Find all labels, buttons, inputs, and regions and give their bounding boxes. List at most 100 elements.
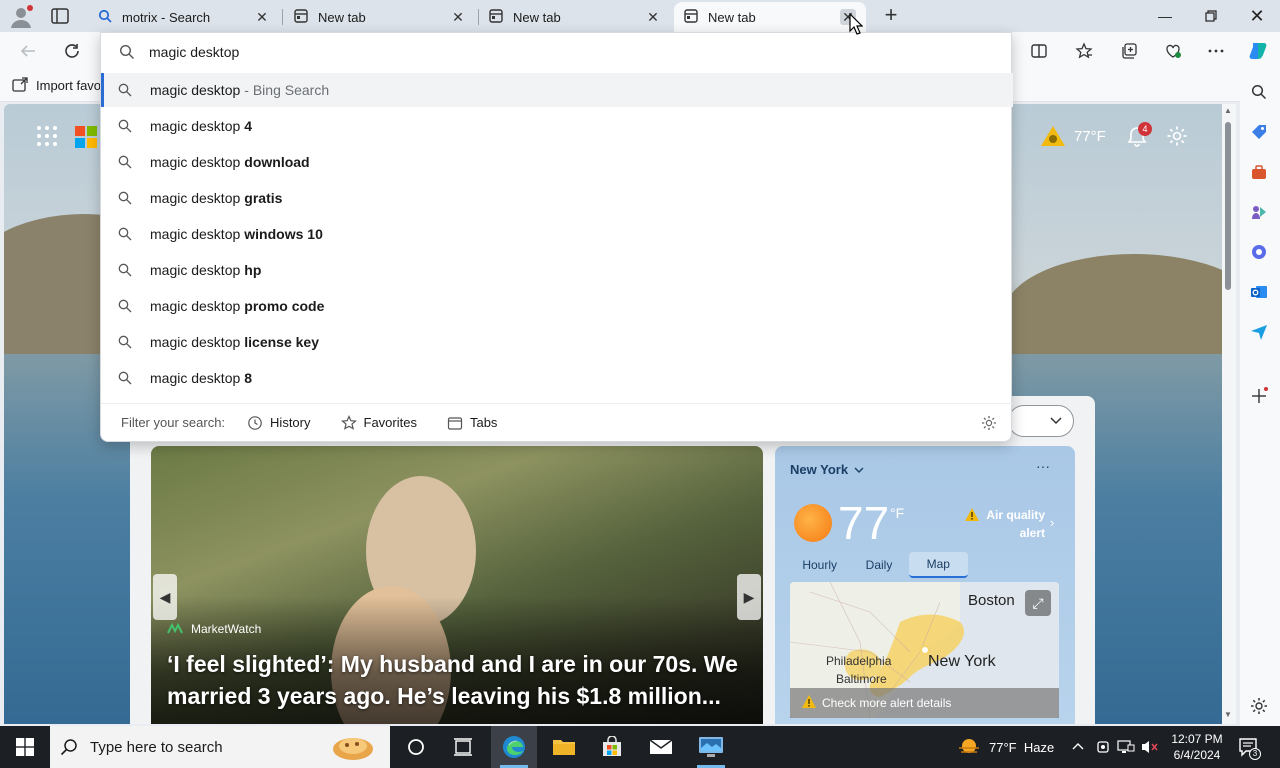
tab-new-tab-active[interactable]: New tab ✕ — [674, 2, 866, 32]
air-quality-alert-link[interactable]: Air quality alert — [965, 507, 1045, 541]
previous-story-button[interactable]: ◀ — [153, 574, 177, 620]
address-bar[interactable]: magic desktop — [101, 33, 1013, 71]
search-icon — [116, 225, 134, 243]
tab-new-tab[interactable]: New tab ✕ — [479, 2, 671, 32]
mouse-cursor-icon — [849, 12, 864, 38]
more-options-icon[interactable] — [1205, 40, 1227, 62]
back-button[interactable] — [17, 40, 39, 62]
start-button[interactable] — [2, 726, 48, 768]
search-icon — [60, 738, 78, 756]
check-alert-details-link[interactable]: Check more alert details — [790, 688, 1059, 718]
close-icon[interactable]: ✕ — [254, 9, 270, 25]
sidebar-add-icon[interactable] — [1249, 386, 1269, 406]
chevron-down-icon — [854, 465, 864, 475]
sidebar-outlook-icon[interactable] — [1249, 282, 1269, 302]
star-icon — [340, 414, 357, 431]
weather-tab-daily[interactable]: Daily — [849, 552, 908, 578]
cortana-icon[interactable] — [393, 726, 439, 768]
desktop-app-icon[interactable] — [688, 726, 734, 768]
mail-icon[interactable] — [638, 726, 684, 768]
story-source[interactable]: MarketWatch — [167, 622, 261, 636]
sidebar-shopping-tag-icon[interactable] — [1249, 122, 1269, 142]
air-quality-alert-label: Air quality alert — [986, 508, 1045, 540]
weather-city-selector[interactable]: New York — [790, 462, 864, 477]
microsoft-store-icon[interactable] — [589, 726, 635, 768]
network-icon[interactable] — [1117, 726, 1135, 768]
sidebar-games-icon[interactable] — [1249, 202, 1269, 222]
suggestion-item[interactable]: magic desktop promo code — [101, 289, 1013, 323]
windows-taskbar: Type here to search 77°F Haze 12:07 PM 6… — [0, 726, 1280, 768]
haze-weather-icon — [1040, 124, 1066, 148]
next-story-button[interactable]: ▶ — [737, 574, 761, 620]
tab-new-tab[interactable]: New tab ✕ — [284, 2, 476, 32]
page-settings-gear-icon[interactable] — [1166, 120, 1188, 152]
sidebar-tools-icon[interactable] — [1249, 162, 1269, 182]
chevron-right-icon[interactable]: › — [1050, 515, 1054, 530]
search-settings-gear-icon[interactable] — [981, 415, 997, 434]
refresh-button[interactable] — [61, 40, 83, 62]
taskbar-clock[interactable]: 12:07 PM 6/4/2024 — [1168, 731, 1226, 763]
suggestion-item[interactable]: magic desktop windows 10 — [101, 217, 1013, 251]
filter-favorites-label: Favorites — [363, 415, 417, 430]
meet-now-icon[interactable] — [1096, 726, 1110, 768]
minimize-button[interactable]: — — [1142, 0, 1188, 32]
weather-more-icon[interactable]: ··· — [1036, 458, 1050, 474]
file-explorer-icon[interactable] — [541, 726, 587, 768]
volume-muted-icon[interactable] — [1141, 726, 1159, 768]
sunny-weather-icon — [794, 504, 832, 542]
close-icon[interactable]: ✕ — [450, 9, 466, 25]
suggestion-item[interactable]: magic desktop gratis — [101, 181, 1013, 215]
sidebar-search-icon[interactable] — [1249, 82, 1269, 102]
favorites-star-icon[interactable] — [1073, 40, 1095, 62]
show-hidden-icons-chevron-icon[interactable] — [1071, 726, 1085, 768]
filter-tabs-button[interactable]: Tabs — [447, 415, 497, 431]
profile-avatar-icon[interactable] — [8, 4, 34, 30]
collections-icon[interactable] — [1118, 40, 1140, 62]
scrollbar-thumb[interactable] — [1225, 122, 1231, 290]
taskbar-edge-icon[interactable] — [491, 726, 537, 768]
page-scrollbar[interactable]: ▲ ▼ — [1222, 104, 1236, 724]
weather-tab-hourly[interactable]: Hourly — [790, 552, 849, 578]
suggestion-item[interactable]: magic desktop license key — [101, 325, 1013, 359]
sidebar-settings-gear-icon[interactable] — [1249, 696, 1269, 716]
suggestion-item[interactable]: magic desktop hp — [101, 253, 1013, 287]
sidebar-send-icon[interactable] — [1249, 322, 1269, 342]
feed-layout-dropdown[interactable] — [1008, 405, 1074, 437]
address-bar-dropdown: magic desktop magic desktop - Bing Searc… — [100, 32, 1013, 442]
taskbar-search-box[interactable]: Type here to search — [50, 726, 390, 768]
taskbar-weather-widget[interactable]: 77°F Haze — [957, 726, 1054, 768]
tab-actions-icon[interactable] — [50, 7, 70, 25]
action-center-icon[interactable]: 3 — [1238, 726, 1261, 768]
suggestion-completion: promo code — [244, 298, 325, 314]
map-label-philadelphia: Philadelphia — [826, 654, 892, 668]
tab-motrix-search[interactable]: motrix - Search ✕ — [88, 2, 280, 32]
haze-weather-icon — [957, 737, 981, 757]
weather-tab-map[interactable]: Map — [908, 552, 968, 578]
scroll-down-icon[interactable]: ▼ — [1224, 710, 1232, 719]
sidebar-microsoft365-icon[interactable] — [1249, 242, 1269, 262]
ntp-weather-button[interactable]: 77°F — [1040, 120, 1106, 152]
restore-button[interactable] — [1188, 0, 1234, 32]
search-icon — [116, 261, 134, 279]
new-tab-button[interactable]: + — [879, 4, 903, 28]
filter-favorites-button[interactable]: Favorites — [340, 414, 417, 431]
address-input[interactable]: magic desktop — [149, 44, 239, 60]
browser-essentials-icon[interactable] — [1162, 40, 1184, 62]
copilot-icon[interactable] — [1246, 38, 1272, 64]
split-screen-icon[interactable] — [1028, 40, 1050, 62]
close-window-button[interactable]: ✕ — [1234, 0, 1280, 32]
app-launcher-icon[interactable] — [36, 125, 58, 147]
close-icon[interactable]: ✕ — [645, 9, 661, 25]
suggestion-text: magic desktop — [150, 118, 241, 134]
suggestion-item[interactable]: magic desktop - Bing Search — [101, 73, 1013, 107]
task-view-icon[interactable] — [440, 726, 486, 768]
suggestion-item[interactable]: magic desktop 8 — [101, 361, 1013, 395]
import-favorites-button[interactable]: Import favo — [12, 77, 101, 93]
suggestion-item[interactable]: magic desktop 4 — [101, 109, 1013, 143]
story-headline[interactable]: ‘I feel slighted’: My husband and I are … — [167, 648, 757, 712]
scroll-up-icon[interactable]: ▲ — [1224, 106, 1232, 115]
weather-unit[interactable]: °F — [890, 505, 904, 521]
filter-history-button[interactable]: History — [247, 415, 311, 431]
suggestion-item[interactable]: magic desktop download — [101, 145, 1013, 179]
expand-map-icon[interactable]: ⤢ — [1025, 590, 1051, 616]
